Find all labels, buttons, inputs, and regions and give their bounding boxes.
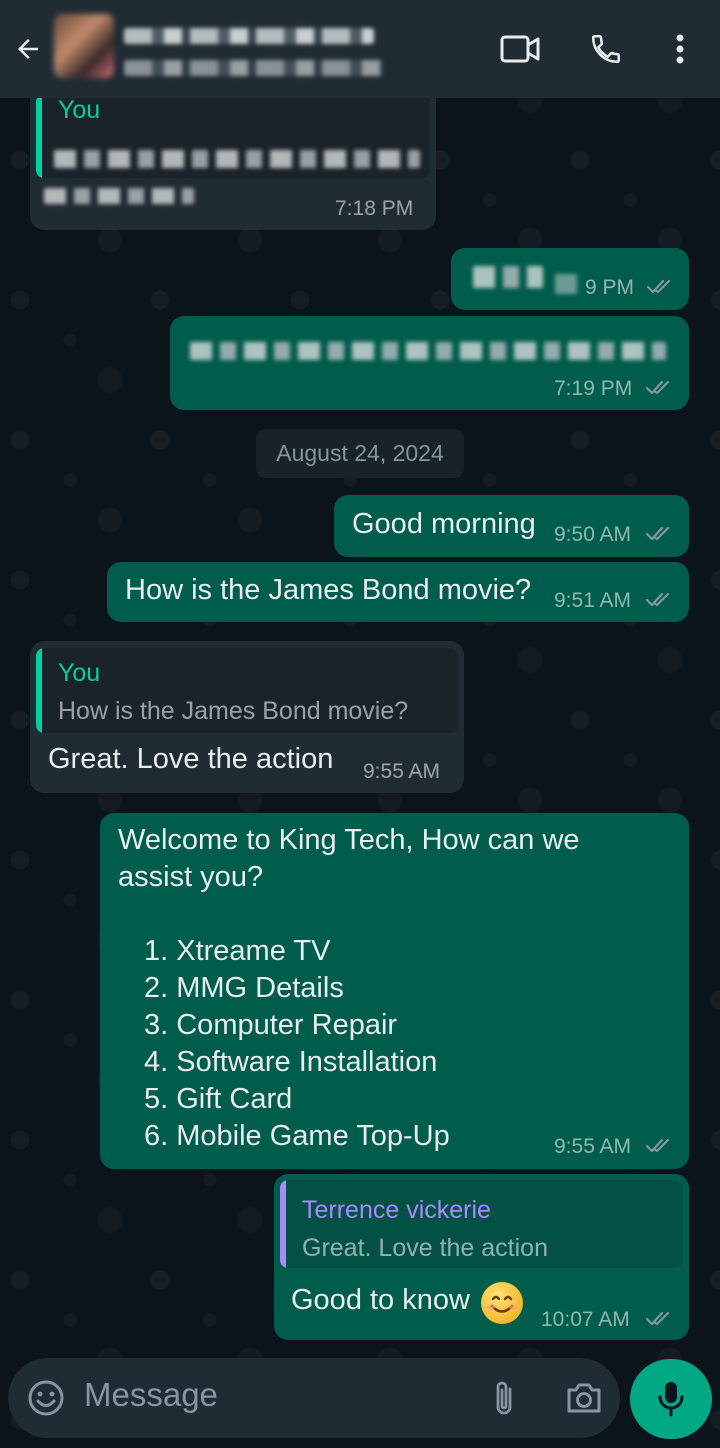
- smiling-face-emoji: [481, 1282, 523, 1324]
- message-time: 9 PM: [585, 276, 635, 299]
- message-incoming[interactable]: You 7:18 PM: [30, 84, 436, 230]
- message-time: 9:55 AM: [554, 1135, 632, 1158]
- phone-icon: [591, 34, 621, 64]
- contact-info[interactable]: [124, 18, 404, 82]
- menu-option: 4. Software Installation: [144, 1046, 438, 1078]
- menu-option: 5. Gift Card: [144, 1083, 293, 1115]
- quoted-message[interactable]: You How is the James Bond movie?: [36, 648, 458, 733]
- message-text: Good morning: [352, 508, 536, 540]
- more-vertical-icon: [676, 34, 684, 64]
- message-text: How is the James Bond movie?: [125, 574, 532, 606]
- menu-option: 1. Xtreame TV: [144, 935, 331, 967]
- quote-text-redacted: [54, 150, 420, 168]
- message-time: 7:19 PM: [554, 377, 633, 400]
- menu-option: 3. Computer Repair: [144, 1009, 398, 1041]
- video-call-button[interactable]: [498, 27, 542, 71]
- quote-text: How is the James Bond movie?: [58, 697, 409, 725]
- message-incoming[interactable]: You How is the James Bond movie? Great. …: [30, 641, 464, 793]
- message-text-redacted: [473, 266, 543, 288]
- message-composer: Message: [8, 1358, 620, 1438]
- menu-option: 6. Mobile Game Top-Up: [144, 1120, 450, 1152]
- message-time: 9:50 AM: [554, 523, 632, 546]
- chat-header: [0, 0, 720, 98]
- camera-icon: [567, 1383, 601, 1413]
- double-check-icon: [646, 1311, 670, 1326]
- message-time: 9:51 AM: [554, 589, 632, 612]
- quoted-message[interactable]: Terrence vickerie Great. Love the action: [280, 1180, 683, 1268]
- menu-option: 2. MMG Details: [144, 972, 344, 1004]
- quote-bar: [36, 94, 42, 178]
- microphone-icon: [658, 1382, 684, 1417]
- message-time: 7:18 PM: [335, 197, 414, 220]
- message-outgoing[interactable]: 7:19 PM: [170, 316, 689, 410]
- quote-author: You: [58, 96, 101, 124]
- emoji-button[interactable]: [24, 1376, 68, 1420]
- double-check-icon: [647, 279, 671, 294]
- quote-author: Terrence vickerie: [302, 1196, 491, 1224]
- voice-message-button[interactable]: [630, 1359, 712, 1439]
- back-button[interactable]: [8, 29, 48, 69]
- double-check-icon: [646, 1138, 670, 1153]
- camera-button[interactable]: [562, 1376, 606, 1420]
- message-input[interactable]: Message: [84, 1376, 218, 1414]
- message-text: Great. Love the action: [48, 743, 334, 775]
- message-text-line: Welcome to King Tech, How can we: [118, 824, 580, 856]
- date-separator: August 24, 2024: [256, 429, 464, 478]
- video-camera-icon: [500, 35, 540, 63]
- message-outgoing[interactable]: Good morning 9:50 AM: [334, 495, 689, 557]
- message-text-line: assist you?: [118, 861, 264, 893]
- arrow-left-icon: [18, 39, 38, 59]
- voice-call-button[interactable]: [584, 27, 628, 71]
- attach-button[interactable]: [482, 1376, 526, 1420]
- message-text: Good to know: [291, 1284, 470, 1316]
- message-outgoing[interactable]: Welcome to King Tech, How can we assist …: [100, 813, 689, 1169]
- contact-name-redacted: [124, 28, 374, 44]
- double-check-icon: [646, 526, 670, 541]
- paperclip-icon: [496, 1381, 512, 1415]
- quote-text: Great. Love the action: [302, 1234, 548, 1262]
- message-outgoing[interactable]: How is the James Bond movie? 9:51 AM: [107, 562, 689, 622]
- contact-avatar[interactable]: [54, 14, 114, 78]
- emoji-icon: [28, 1380, 64, 1416]
- quote-bar: [36, 648, 42, 733]
- quote-bar: [280, 1180, 286, 1268]
- message-outgoing[interactable]: Terrence vickerie Great. Love the action…: [274, 1174, 689, 1340]
- quoted-message[interactable]: You: [36, 94, 430, 178]
- contact-status-redacted: [124, 60, 384, 76]
- message-time: 9:55 AM: [363, 760, 441, 783]
- message-text-redacted: [44, 188, 194, 204]
- quote-author: You: [58, 659, 101, 687]
- message-time: 10:07 AM: [541, 1308, 630, 1331]
- time-redacted: [555, 274, 577, 294]
- message-text-redacted: [190, 342, 666, 360]
- menu-button[interactable]: [658, 27, 702, 71]
- double-check-icon: [646, 380, 670, 395]
- message-outgoing[interactable]: 9 PM: [451, 248, 689, 310]
- double-check-icon: [646, 592, 670, 607]
